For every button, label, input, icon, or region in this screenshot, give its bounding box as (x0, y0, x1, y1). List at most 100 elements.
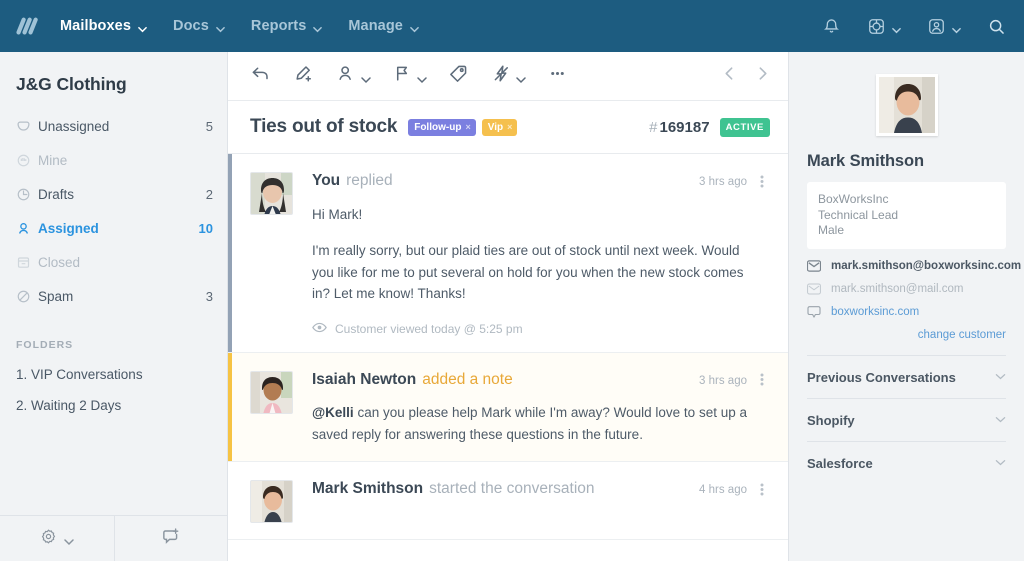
sidebar-item-vip-conversations[interactable]: 1. VIP Conversations (0, 359, 227, 390)
avatar-agent-kelli[interactable] (250, 172, 293, 215)
tag-label: Vip (488, 122, 503, 133)
nav-item-manage[interactable]: Manage (348, 18, 419, 34)
message-item-reply: You replied 3 hrs ago (228, 154, 788, 353)
accordion-label: Previous Conversations (807, 370, 956, 385)
customer-company: BoxWorksInc (818, 192, 995, 208)
nav-item-docs[interactable]: Docs (173, 18, 225, 34)
conversation-number: #169187 (649, 119, 709, 136)
envelope-icon (16, 119, 38, 134)
message-action: started the conversation (429, 480, 594, 498)
tag-remove-icon[interactable]: × (507, 122, 512, 132)
envelope-outline-icon (807, 283, 821, 295)
status-button[interactable] (392, 63, 426, 89)
nav-item-mailboxes[interactable]: Mailboxes (60, 18, 147, 34)
nav-item-reports[interactable]: Reports (251, 18, 323, 34)
sidebar-item-closed[interactable]: Closed (0, 245, 227, 279)
message-content: You replied 3 hrs ago (312, 172, 764, 336)
change-customer-link[interactable]: change customer (807, 329, 1006, 341)
envelope-filled-icon (807, 260, 821, 272)
eye-icon (312, 322, 327, 336)
helpscout-logo-icon[interactable] (14, 11, 44, 41)
nav-item-label: Reports (251, 18, 307, 34)
assign-button[interactable] (336, 63, 370, 89)
previous-conversation-button[interactable] (722, 66, 737, 86)
sidebar-item-unassigned[interactable]: Unassigned 5 (0, 109, 227, 143)
reply-button[interactable] (250, 63, 271, 89)
folder-list: Unassigned 5 Mine (0, 109, 227, 317)
chevron-down-icon (216, 22, 225, 31)
sidebar-item-assigned[interactable]: Assigned 10 (0, 211, 227, 245)
accordion-shopify[interactable]: Shopify (807, 398, 1006, 441)
customer-avatar-mark-smithson[interactable] (876, 74, 938, 136)
more-options-button[interactable] (547, 63, 568, 89)
sidebar-footer (0, 515, 227, 561)
conversation-pagination (722, 66, 770, 86)
edit-button[interactable] (293, 63, 314, 89)
mailbox-settings-button[interactable] (0, 516, 114, 561)
customer-website[interactable]: boxworksinc.com (807, 306, 1006, 318)
circle-slash-icon (16, 289, 38, 304)
kebab-menu-icon[interactable] (760, 482, 764, 499)
tag-remove-icon[interactable]: × (465, 122, 470, 132)
tag-button[interactable] (448, 63, 469, 89)
lifebuoy-help-icon[interactable] (867, 17, 901, 36)
sidebar-item-mine[interactable]: Mine (0, 143, 227, 177)
nav-item-label: Mailboxes (60, 18, 131, 34)
conversation-panel: Ties out of stock Follow-up × Vip × #169… (228, 52, 788, 561)
avatar-isaiah-newton[interactable] (250, 371, 293, 414)
mailbox-title: J&G Clothing (0, 52, 227, 109)
tag-vip[interactable]: Vip × (482, 119, 518, 136)
sidebar-item-count: 10 (199, 221, 213, 236)
chevron-down-icon (313, 22, 322, 31)
sidebar-item-spam[interactable]: Spam 3 (0, 279, 227, 313)
sidebar-item-drafts[interactable]: Drafts 2 (0, 177, 227, 211)
mention-kelli[interactable]: @Kelli (312, 405, 354, 420)
customer-email-value: mark.smithson@mail.com (831, 283, 963, 295)
message-content: Mark Smithson started the conversation 4… (312, 480, 764, 523)
viewed-text: Customer viewed today @ 5:25 pm (335, 322, 523, 336)
website-chat-icon (807, 306, 821, 318)
customer-email-secondary[interactable]: mark.smithson@mail.com (807, 283, 1006, 295)
search-icon[interactable] (987, 17, 1006, 36)
reply-icon (250, 63, 271, 89)
sidebar-item-label: Assigned (38, 221, 199, 236)
new-conversation-icon (161, 527, 180, 551)
conversation-tags: Follow-up × Vip × (408, 119, 517, 136)
customer-details-box[interactable]: BoxWorksInc Technical Lead Male (807, 182, 1006, 249)
customer-email-primary[interactable]: mark.smithson@boxworksinc.com (807, 260, 1006, 272)
accordion-salesforce[interactable]: Salesforce (807, 441, 1006, 484)
workflow-button[interactable] (491, 63, 525, 89)
message-header: Isaiah Newton added a note 3 hrs ago (312, 371, 764, 390)
user-account-icon[interactable] (927, 17, 961, 36)
chevron-down-icon (138, 22, 147, 31)
message-status-bar (228, 353, 232, 462)
avatar-mark-smithson[interactable] (250, 480, 293, 523)
sidebar-item-label: Unassigned (38, 119, 206, 134)
message-text: Hi Mark! I'm really sorry, but our plaid… (312, 204, 764, 305)
customer-sidebar: Mark Smithson BoxWorksInc Technical Lead… (788, 52, 1024, 561)
next-conversation-button[interactable] (755, 66, 770, 86)
sidebar-item-count: 2 (206, 187, 213, 202)
gear-icon (40, 528, 57, 550)
sidebar-item-waiting-2-days[interactable]: 2. Waiting 2 Days (0, 390, 227, 421)
kebab-menu-icon[interactable] (760, 174, 764, 191)
status-flag-icon (392, 63, 413, 89)
conversation-header: Ties out of stock Follow-up × Vip × #169… (228, 101, 788, 154)
accordion-previous-conversations[interactable]: Previous Conversations (807, 355, 1006, 398)
conversation-subject: Ties out of stock (250, 116, 397, 138)
tag-follow-up[interactable]: Follow-up × (408, 119, 475, 136)
kebab-menu-icon[interactable] (760, 372, 764, 389)
message-content: Isaiah Newton added a note 3 hrs ago (312, 371, 764, 446)
bell-icon[interactable] (822, 17, 841, 36)
app-root: Mailboxes Docs Reports Manage (0, 0, 1024, 561)
sidebar-item-label: Closed (38, 255, 213, 270)
person-icon (16, 221, 38, 236)
nav-item-label: Docs (173, 18, 209, 34)
hand-icon (16, 153, 38, 168)
message-author: You (312, 172, 340, 190)
new-conversation-button[interactable] (114, 516, 228, 561)
more-ellipsis-icon (547, 63, 568, 89)
sidebar-item-label: Mine (38, 153, 213, 168)
message-paragraph: Hi Mark! (312, 204, 764, 226)
message-author: Isaiah Newton (312, 371, 416, 389)
